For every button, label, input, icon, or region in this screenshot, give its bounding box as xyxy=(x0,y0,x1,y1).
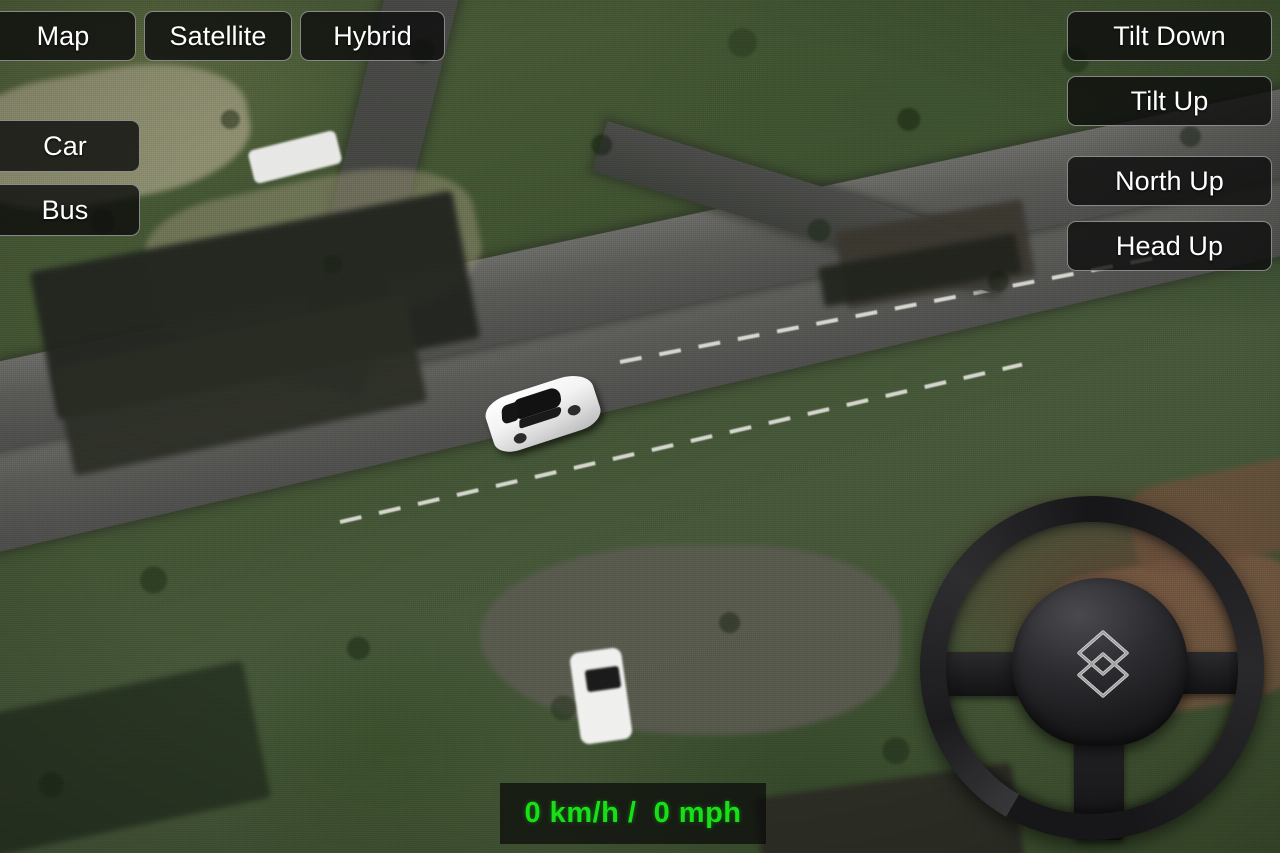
steering-wheel-icon[interactable] xyxy=(916,492,1280,853)
navigation-app: Map Satellite Hybrid Car Bus Tilt Down T… xyxy=(0,0,1280,853)
view-button-north-up[interactable]: North Up xyxy=(1067,156,1272,206)
map-type-button-hybrid[interactable]: Hybrid xyxy=(300,11,445,61)
map-type-button-map[interactable]: Map xyxy=(0,11,136,61)
view-button-tilt-down[interactable]: Tilt Down xyxy=(1067,11,1272,61)
speed-readout-text: 0 km/h / 0 mph xyxy=(524,797,742,829)
vehicle-button-bus[interactable]: Bus xyxy=(0,184,140,236)
view-button-head-up[interactable]: Head Up xyxy=(1067,221,1272,271)
view-button-tilt-up[interactable]: Tilt Up xyxy=(1067,76,1272,126)
vehicle-button-car[interactable]: Car xyxy=(0,120,140,172)
speed-readout-panel: 0 km/h / 0 mph xyxy=(500,783,766,844)
map-type-button-satellite[interactable]: Satellite xyxy=(144,11,292,61)
steering-wheel-rim-highlight xyxy=(920,496,1264,840)
